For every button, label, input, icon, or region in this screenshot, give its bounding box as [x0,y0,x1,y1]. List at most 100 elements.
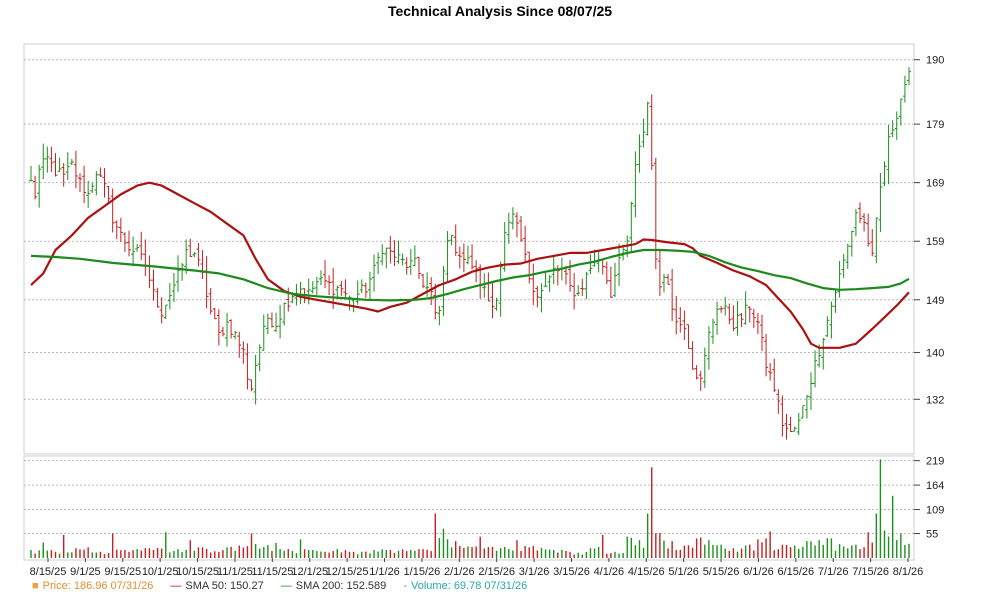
x-tick-label: 8/1/26 [893,566,924,578]
x-tick-label: 1/15/26 [404,566,441,578]
price-bar [547,275,552,292]
price-bar [641,118,646,148]
price-bar [135,243,140,252]
price-bar [245,343,250,390]
price-bar [898,98,903,126]
volume-panel-frame [23,455,915,561]
x-tick-label: 4/1/26 [594,566,625,578]
price-bar [143,239,148,276]
price-bar [576,285,581,297]
price-bar [813,350,818,388]
price-bar [253,354,258,405]
price-bar [41,143,46,180]
price-bar [110,188,115,233]
legend-sma200: — SMA 200: 152.589 [281,580,387,592]
price-bar [874,217,879,264]
price-bar [412,245,417,267]
x-tick-label: 12/1/25 [291,566,328,578]
price-bar [465,245,470,265]
price-bar [441,266,446,316]
price-bar [233,331,238,340]
price-bar [682,310,687,340]
price-bar [894,111,899,140]
price-bar [604,261,609,285]
volume-tick-label: 109 [926,505,944,517]
price-bar [759,314,764,352]
price-bar [327,275,332,296]
price-bar [804,395,809,419]
volume-panel: 55 109 164 219 [23,455,944,561]
price-bar [535,285,540,308]
price-bar [318,270,323,285]
price-bar [37,164,42,208]
price-bar [645,101,650,136]
price-bar [514,212,519,238]
x-tick-label: 6/15/26 [777,566,814,578]
price-bar [449,235,454,246]
price-bar [764,334,769,377]
price-bar [698,370,703,392]
price-tick-label: 190 [926,55,944,67]
price-bar [821,337,826,370]
price-bar [310,281,315,294]
x-tick-label: 3/1/26 [519,566,550,578]
price-bar [853,208,858,237]
price-bar [49,146,54,172]
price-bar [690,341,695,370]
price-bar [862,213,867,232]
price-bar [568,260,573,292]
price-bar [363,282,368,298]
price-bar [343,279,348,298]
price-bar [445,231,450,282]
price-bar [355,280,360,305]
price-bar [686,324,691,349]
price-bar [715,301,720,335]
price-bar [531,263,536,306]
price-tick-label: 149 [926,295,944,307]
x-tick-label: 8/15/25 [30,566,67,578]
price-bar [421,273,426,289]
price-bar [151,269,156,301]
price-bar [727,303,732,325]
price-bar [163,304,168,320]
price-bar [808,372,813,411]
price-bar [306,278,311,305]
price-bar [784,413,789,440]
price-tick-label: 159 [926,236,944,248]
price-bar [408,248,413,275]
legend-price: ■ Price: 186.96 07/31/26 [32,580,153,592]
price-bar [278,304,283,339]
price-bar [204,256,209,309]
price-bar [470,244,475,270]
price-bar [98,167,103,177]
price-bar [314,276,319,296]
legend-sma50-text: SMA 50: 150.27 [185,580,264,592]
sma200-line [30,248,910,302]
price-bar [453,224,458,256]
price-bar [45,146,50,173]
price-bar [212,308,217,320]
price-bar [539,283,544,313]
price-bar [600,258,605,275]
price-bar [902,75,907,103]
price-bar [657,249,662,296]
price-bar [498,261,503,317]
price-bar [706,326,711,370]
volume-marker-icon: - [403,580,408,592]
price-bar [796,413,801,436]
price-bar [106,186,111,203]
price-bar [388,235,393,264]
price-bar [731,305,736,331]
legend-volume: - Volume: 69.78 07/31/26 [403,580,527,592]
price-bar [196,242,201,267]
price-bar [584,272,589,300]
price-bar [225,313,230,347]
price-bar [192,251,197,258]
price-bar [269,312,274,328]
legend-sma200-text: SMA 200: 152.589 [295,580,387,592]
price-bar [755,312,760,334]
legend-sma50: — SMA 50: 150.27 [170,580,263,592]
price-bar [588,254,593,275]
price-bar [323,260,328,289]
price-bar [208,288,213,315]
